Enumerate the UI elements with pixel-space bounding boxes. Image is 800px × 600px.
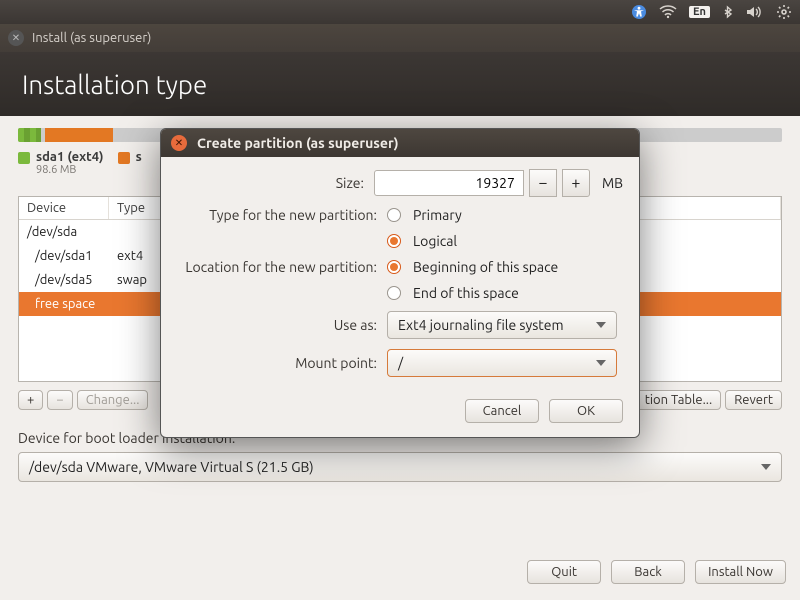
radio-beginning[interactable]	[387, 260, 401, 274]
remove-partition-button: −	[47, 390, 72, 410]
top-panel: En	[0, 0, 800, 24]
installer-titlebar: ✕ Install (as superuser)	[0, 24, 800, 52]
legend-sda1-name: sda1 (ext4)	[36, 150, 104, 164]
page-title: Installation type	[22, 70, 207, 99]
install-now-button[interactable]: Install Now	[695, 560, 786, 584]
create-partition-dialog: ✕ Create partition (as superuser) Size: …	[160, 128, 640, 438]
size-label: Size:	[177, 175, 374, 191]
mountpoint-select[interactable]: /	[387, 349, 617, 377]
legend-swatch-s	[118, 152, 130, 164]
radio-primary[interactable]	[387, 208, 401, 222]
dialog-title: Create partition (as superuser)	[197, 135, 399, 151]
useas-label: Use as:	[177, 317, 387, 333]
legend-sda1-size: 98.6 MB	[36, 164, 104, 176]
radio-beginning-label: Beginning of this space	[413, 259, 558, 275]
partition-legend: sda1 (ext4) 98.6 MB s	[18, 150, 142, 176]
th-device[interactable]: Device	[19, 197, 109, 219]
radio-logical[interactable]	[387, 234, 401, 248]
dialog-titlebar: ✕ Create partition (as superuser)	[161, 129, 639, 157]
radio-end-label: End of this space	[413, 285, 519, 301]
radio-end[interactable]	[387, 286, 401, 300]
legend-swatch-sda1	[18, 152, 30, 164]
mountpoint-label: Mount point:	[177, 355, 387, 371]
partition-type-label: Type for the new partition:	[177, 207, 387, 223]
useas-select[interactable]: Ext4 journaling file system	[387, 311, 617, 339]
radio-logical-label: Logical	[413, 233, 457, 249]
cancel-button[interactable]: Cancel	[465, 399, 539, 423]
size-decrement-button[interactable]: −	[529, 169, 557, 197]
back-button[interactable]: Back	[611, 560, 685, 584]
partition-location-label: Location for the new partition:	[177, 259, 387, 275]
size-input[interactable]	[374, 170, 524, 196]
ok-button[interactable]: OK	[549, 399, 623, 423]
new-partition-table-button[interactable]: tion Table...	[636, 390, 721, 410]
close-icon[interactable]: ✕	[8, 30, 24, 46]
network-icon[interactable]	[659, 5, 677, 19]
size-unit: MB	[602, 175, 623, 191]
radio-primary-label: Primary	[413, 207, 462, 223]
add-partition-button[interactable]: +	[18, 390, 43, 410]
language-indicator[interactable]: En	[689, 6, 710, 18]
bootloader-select[interactable]: /dev/sda VMware, VMware Virtual S (21.5 …	[18, 452, 782, 482]
bottom-bar: Quit Back Install Now	[0, 544, 800, 600]
th-type[interactable]: Type	[109, 197, 161, 219]
window-title: Install (as superuser)	[32, 31, 151, 45]
quit-button[interactable]: Quit	[527, 560, 601, 584]
change-partition-button: Change...	[77, 390, 149, 410]
close-icon[interactable]: ✕	[171, 135, 187, 151]
bluetooth-icon[interactable]	[722, 4, 734, 20]
gear-icon[interactable]	[776, 4, 792, 20]
revert-button[interactable]: Revert	[725, 390, 782, 410]
accessibility-icon[interactable]	[631, 4, 647, 20]
legend-s-label: s	[136, 150, 142, 164]
size-increment-button[interactable]: +	[562, 169, 590, 197]
volume-icon[interactable]	[746, 5, 764, 19]
